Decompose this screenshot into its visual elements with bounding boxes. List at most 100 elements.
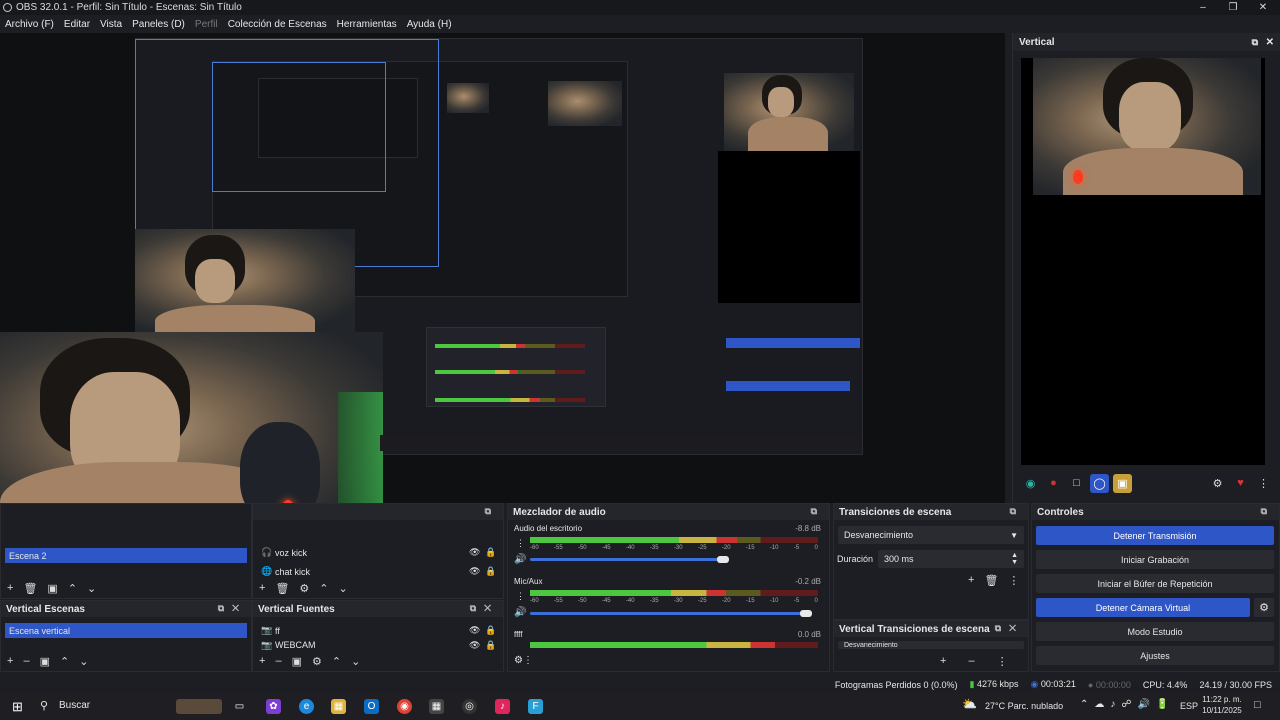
lock-icon[interactable]: 🔒 xyxy=(485,547,497,558)
move-up-icon[interactable]: ⌃ xyxy=(319,582,328,595)
task-view-icon[interactable]: ▭ xyxy=(232,699,247,714)
menu-ayuda[interactable]: Ayuda (H) xyxy=(402,19,457,30)
move-up-icon[interactable]: ⌃ xyxy=(332,655,341,668)
visibility-eye-icon[interactable]: 👁 xyxy=(469,625,485,636)
outlook-icon[interactable]: O xyxy=(364,699,379,714)
vertical-source-row[interactable]: 📷 WEBCAM 👁 🔒 xyxy=(261,639,497,651)
lock-icon[interactable]: 🔒 xyxy=(485,566,497,577)
volume-knob[interactable] xyxy=(716,556,729,563)
volume-slider[interactable] xyxy=(530,558,723,561)
menu-vista[interactable]: Vista xyxy=(95,19,127,30)
language-indicator[interactable]: ESP xyxy=(1180,701,1198,711)
transition-select[interactable]: Desvanecimiento ▼ xyxy=(838,526,1024,544)
scene-filter-icon[interactable]: ▣ xyxy=(40,655,50,668)
menu-editar[interactable]: Editar xyxy=(59,19,95,30)
settings-button[interactable]: Ajustes xyxy=(1036,646,1274,665)
virtualcam-icon[interactable]: ◯ xyxy=(1090,473,1109,493)
remove-transition-icon[interactable]: 🗑 xyxy=(984,574,998,587)
pause-icon[interactable]: □ xyxy=(1067,474,1086,493)
restore-icon[interactable]: ❐ xyxy=(1216,0,1250,15)
add-transition-icon[interactable]: + xyxy=(968,574,974,586)
channel-menu-icon[interactable]: ⋮ xyxy=(516,538,525,549)
edge-icon[interactable]: e xyxy=(299,699,314,714)
stop-streaming-button[interactable]: Detener Transmisión xyxy=(1036,526,1274,545)
remove-transition-icon[interactable]: – xyxy=(968,655,974,667)
start-recording-button[interactable]: Iniciar Grabación xyxy=(1036,550,1274,569)
studio-mode-button[interactable]: Modo Estudio xyxy=(1036,622,1274,641)
notifications-icon[interactable]: □ xyxy=(1254,699,1261,711)
speaker-icon[interactable]: 🔊 xyxy=(514,607,526,618)
remove-source-icon[interactable]: 🗑 xyxy=(275,582,289,595)
main-preview-canvas[interactable] xyxy=(0,33,1005,503)
app-icon[interactable]: F xyxy=(528,699,543,714)
lock-icon[interactable]: 🔒 xyxy=(485,625,497,636)
tiktok-icon[interactable]: ♪ xyxy=(495,699,510,714)
stepper-icon[interactable]: ▲ ▼ xyxy=(1011,552,1018,566)
remove-source-icon[interactable]: – xyxy=(275,655,281,667)
menu-herramientas[interactable]: Herramientas xyxy=(332,19,402,30)
taskbar-search[interactable]: Buscar xyxy=(59,700,90,711)
add-source-icon[interactable]: + xyxy=(259,582,265,594)
menu-archivo[interactable]: Archivo (F) xyxy=(0,19,59,30)
source-settings-icon[interactable]: ⚙ xyxy=(312,655,322,668)
move-up-icon[interactable]: ⌃ xyxy=(60,655,69,668)
move-down-icon[interactable]: ⌄ xyxy=(351,655,360,668)
close-panel-icon[interactable]: ✕ xyxy=(1266,37,1274,48)
mixer-settings-icon[interactable]: ⚙⋮ xyxy=(514,655,533,666)
visibility-eye-icon[interactable]: 👁 xyxy=(469,640,485,651)
scene-filter-icon[interactable]: ▣ xyxy=(47,582,57,595)
speaker-icon[interactable]: 🔊 xyxy=(514,554,526,565)
add-scene-icon[interactable]: + xyxy=(7,655,13,667)
clock-time[interactable]: 11:22 p. m. xyxy=(1202,695,1242,704)
explorer-icon[interactable]: ▦ xyxy=(331,699,346,714)
dock-controls-icon[interactable]: ⧉✕ xyxy=(995,623,1024,634)
source-row[interactable]: 🌐 chat kick 👁 🔒 xyxy=(261,563,497,580)
screen-icon[interactable]: ▣ xyxy=(1113,473,1132,493)
source-filter-icon[interactable]: ▣ xyxy=(292,655,302,668)
weather-text[interactable]: 27°C Parc. nublado xyxy=(985,701,1063,711)
virtualcam-settings-gear-icon[interactable]: ⚙ xyxy=(1254,598,1274,617)
settings-gear-icon[interactable]: ⚙ xyxy=(1208,474,1227,493)
heart-icon[interactable]: ♥ xyxy=(1231,474,1250,493)
move-down-icon[interactable]: ⌄ xyxy=(87,582,96,595)
dock-controls-icon[interactable]: ⧉ xyxy=(811,506,825,517)
dock-controls-icon[interactable]: ⧉ xyxy=(1261,506,1275,517)
vertical-transition-select[interactable]: Desvanecimiento xyxy=(838,641,1024,649)
stream-status-icon[interactable]: ◉ xyxy=(1021,474,1040,493)
transition-menu-icon[interactable]: ⋮ xyxy=(997,655,1008,668)
chrome-icon[interactable]: ◉ xyxy=(397,699,412,714)
source-row[interactable]: 🎧 voz kick 👁 🔒 xyxy=(261,544,497,561)
menu-dots-icon[interactable]: ⋮ xyxy=(1254,474,1273,493)
dock-controls-icon[interactable]: ⧉✕ xyxy=(218,603,247,614)
dock-controls-icon[interactable]: ⧉✕ xyxy=(470,603,499,614)
duration-field[interactable]: 300 ms ▲ ▼ xyxy=(878,550,1024,568)
dock-controls-icon[interactable]: ⧉ xyxy=(1010,506,1024,517)
vertical-preview[interactable] xyxy=(1021,58,1265,465)
visibility-eye-icon[interactable]: 👁 xyxy=(469,547,485,558)
copilot-icon[interactable]: ✿ xyxy=(266,699,281,714)
source-settings-icon[interactable]: ⚙ xyxy=(299,582,309,595)
transition-menu-icon[interactable]: ⋮ xyxy=(1008,574,1019,587)
vertical-scene-item[interactable]: Escena vertical xyxy=(5,623,247,638)
visibility-eye-icon[interactable]: 👁 xyxy=(469,566,485,577)
store-icon[interactable]: ▦ xyxy=(429,699,444,714)
remove-scene-icon[interactable]: 🗑 xyxy=(23,582,37,595)
windows-start-icon[interactable]: ⊞ xyxy=(10,699,25,714)
close-icon[interactable]: ✕ xyxy=(1246,0,1280,15)
clock-date[interactable]: 10/11/2025 xyxy=(1202,706,1242,715)
add-source-icon[interactable]: + xyxy=(259,655,265,667)
remove-scene-icon[interactable]: – xyxy=(23,655,29,667)
menu-paneles[interactable]: Paneles (D) xyxy=(127,19,190,30)
add-scene-icon[interactable]: + xyxy=(7,582,13,594)
move-up-icon[interactable]: ⌃ xyxy=(68,582,77,595)
move-down-icon[interactable]: ⌄ xyxy=(339,582,348,595)
menu-coleccion[interactable]: Colección de Escenas xyxy=(223,19,332,30)
stop-virtualcam-button[interactable]: Detener Cámara Virtual xyxy=(1036,598,1250,617)
obs-icon[interactable]: ◎ xyxy=(462,699,477,714)
vertical-source-row[interactable]: 📷 ff 👁 🔒 xyxy=(261,622,497,639)
volume-slider[interactable] xyxy=(530,612,807,615)
minimize-icon[interactable]: – xyxy=(1186,0,1220,15)
volume-knob[interactable] xyxy=(800,610,813,617)
record-icon[interactable]: ● xyxy=(1044,474,1063,493)
lock-icon[interactable]: 🔒 xyxy=(485,640,497,651)
